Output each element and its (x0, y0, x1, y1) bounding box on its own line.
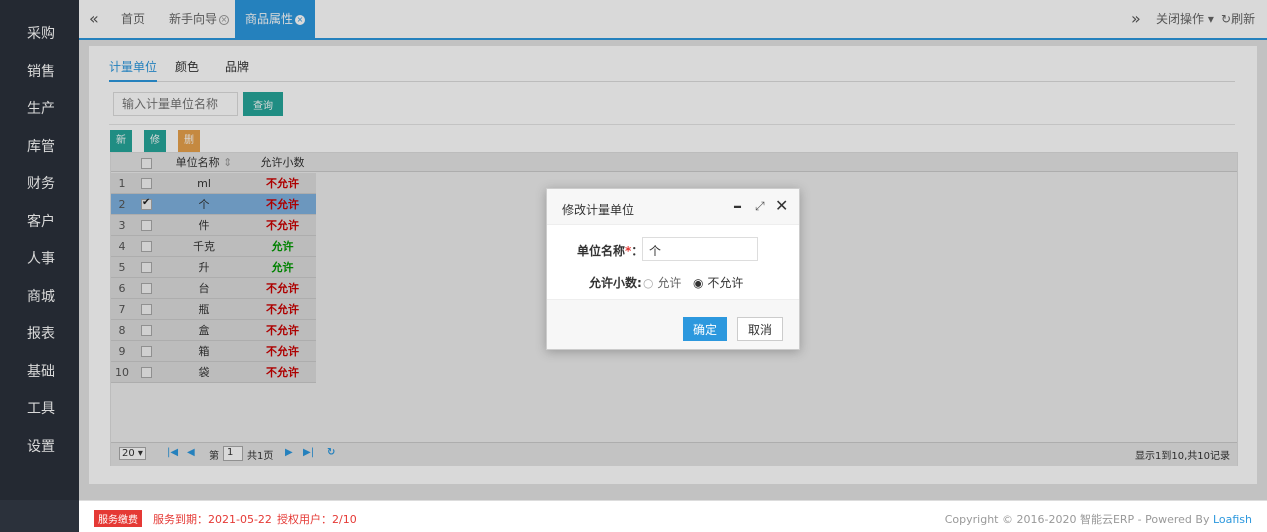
brand-link[interactable]: Loafish (1213, 513, 1252, 526)
name-label-text: 单位名称 (577, 244, 626, 258)
unit-name-field[interactable]: 个 (642, 237, 758, 261)
footer: 服务缴费 服务到期：2021-05-22 授权用户：2/10 Copyright… (79, 500, 1267, 532)
service-expiry: 服务到期：2021-05-22 (153, 513, 272, 526)
cancel-button[interactable]: 取消 (737, 317, 783, 341)
dialog-title: 修改计量单位 (562, 203, 635, 217)
licensed-users: 授权用户：2/10 (277, 513, 357, 526)
copyright: Copyright © 2016-2020 智能云ERP - Powered B… (945, 511, 1252, 527)
confirm-button[interactable]: 确定 (683, 317, 727, 341)
edit-unit-dialog: 修改计量单位 – ⤢ ✕ 单位名称*： 个 允许小数: ○ 允许 ◉ 不允许 确… (546, 188, 800, 350)
close-icon[interactable]: ✕ (775, 196, 788, 215)
copyright-text: Copyright © 2016-2020 智能云ERP - Powered B… (944, 513, 1213, 526)
dialog-header: 修改计量单位 – ⤢ ✕ (547, 189, 799, 225)
radio-allow[interactable]: ○ 允许 (643, 274, 681, 291)
minimize-icon[interactable]: – (733, 196, 742, 217)
maximize-icon[interactable]: ⤢ (755, 199, 765, 214)
service-pay-badge[interactable]: 服务缴费 (94, 510, 142, 527)
radio-allow-icon: ○ (643, 276, 654, 290)
dialog-footer: 确定 取消 (547, 299, 799, 349)
radio-deny[interactable]: ◉ 不允许 (693, 274, 743, 291)
radio-allow-label: 允许 (657, 276, 682, 290)
name-label: 单位名称*： (577, 242, 643, 259)
decimal-label: 允许小数: (589, 276, 642, 290)
radio-deny-icon: ◉ (693, 276, 704, 290)
radio-deny-label: 不允许 (707, 276, 744, 290)
